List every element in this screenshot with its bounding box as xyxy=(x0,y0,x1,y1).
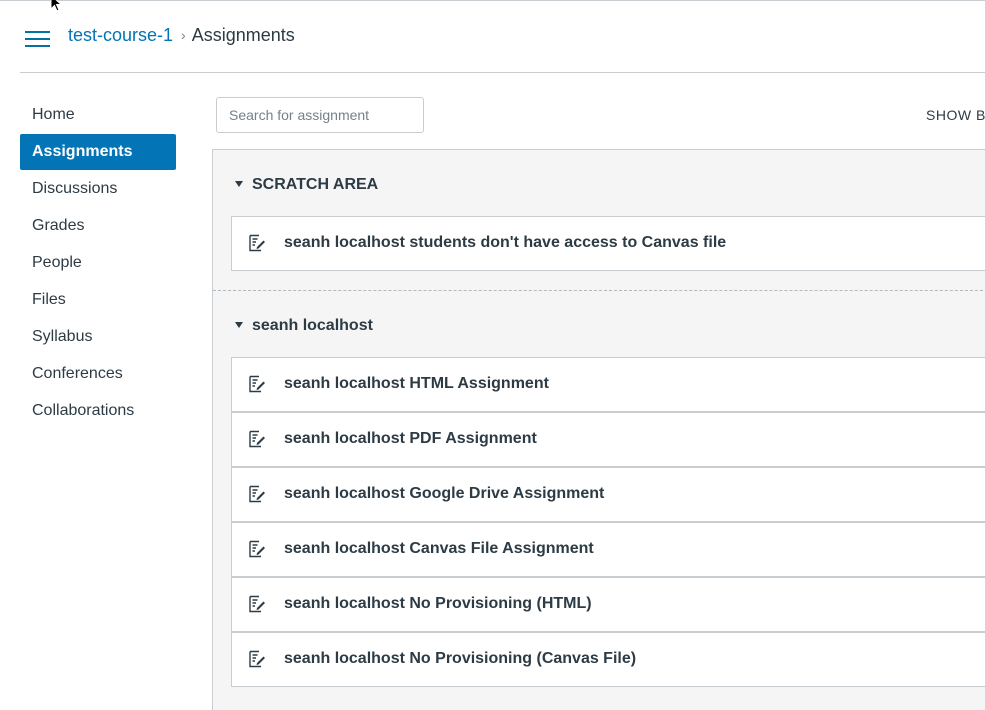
nav-item-home[interactable]: Home xyxy=(20,97,176,133)
nav-item-grades[interactable]: Grades xyxy=(20,208,176,244)
assignment-title[interactable]: seanh localhost HTML Assignment xyxy=(284,375,549,393)
assignment-row[interactable]: seanh localhost PDF Assignment xyxy=(231,412,985,467)
assignment-title[interactable]: seanh localhost No Provisioning (HTML) xyxy=(284,595,592,613)
assignment-icon xyxy=(249,650,265,668)
assignment-row[interactable]: seanh localhost No Provisioning (Canvas … xyxy=(231,632,985,687)
assignment-groups: SCRATCH AREA seanh localhost students do… xyxy=(212,149,985,710)
assignment-icon xyxy=(249,540,265,558)
assignment-title[interactable]: seanh localhost No Provisioning (Canvas … xyxy=(284,650,636,668)
nav-item-conferences[interactable]: Conferences xyxy=(20,356,176,392)
nav-item-people[interactable]: People xyxy=(20,245,176,281)
caret-down-icon xyxy=(235,322,243,328)
group-title: seanh localhost xyxy=(252,317,373,334)
breadcrumb-separator: › xyxy=(181,27,186,43)
breadcrumb: test-course-1 › Assignments xyxy=(68,25,295,46)
assignment-row[interactable]: seanh localhost Canvas File Assignment xyxy=(231,522,985,577)
assignment-icon xyxy=(249,375,265,393)
breadcrumb-current: Assignments xyxy=(191,25,295,45)
group-header-scratch-area[interactable]: SCRATCH AREA xyxy=(235,176,378,200)
assignment-icon xyxy=(249,234,265,252)
assignment-title[interactable]: seanh localhost PDF Assignment xyxy=(284,430,537,448)
page-header: test-course-1 › Assignments xyxy=(20,1,985,73)
caret-down-icon xyxy=(235,181,243,187)
breadcrumb-course-link[interactable]: test-course-1 xyxy=(68,25,173,45)
show-by-label[interactable]: SHOW BY xyxy=(926,107,985,123)
assignment-row[interactable]: seanh localhost students don't have acce… xyxy=(231,216,985,271)
hamburger-menu-icon[interactable] xyxy=(25,29,51,49)
search-input[interactable] xyxy=(216,97,424,133)
group-title: SCRATCH AREA xyxy=(252,176,379,193)
nav-item-collaborations[interactable]: Collaborations xyxy=(20,393,176,429)
assignment-icon xyxy=(249,430,265,448)
nav-item-files[interactable]: Files xyxy=(20,282,176,318)
group-header-seanh-localhost[interactable]: seanh localhost xyxy=(235,317,373,341)
assignment-icon xyxy=(249,595,265,613)
assignment-title[interactable]: seanh localhost students don't have acce… xyxy=(284,234,726,252)
nav-item-discussions[interactable]: Discussions xyxy=(20,171,176,207)
assignment-row[interactable]: seanh localhost No Provisioning (HTML) xyxy=(231,577,985,632)
nav-item-assignments[interactable]: Assignments xyxy=(20,134,176,170)
assignment-icon xyxy=(249,485,265,503)
assignment-title[interactable]: seanh localhost Canvas File Assignment xyxy=(284,540,594,558)
assignment-title[interactable]: seanh localhost Google Drive Assignment xyxy=(284,485,604,503)
group-divider xyxy=(213,290,985,291)
assignment-row[interactable]: seanh localhost HTML Assignment xyxy=(231,357,985,412)
nav-item-syllabus[interactable]: Syllabus xyxy=(20,319,176,355)
assignment-row[interactable]: seanh localhost Google Drive Assignment xyxy=(231,467,985,522)
course-nav: Home Assignments Discussions Grades Peop… xyxy=(20,97,176,430)
